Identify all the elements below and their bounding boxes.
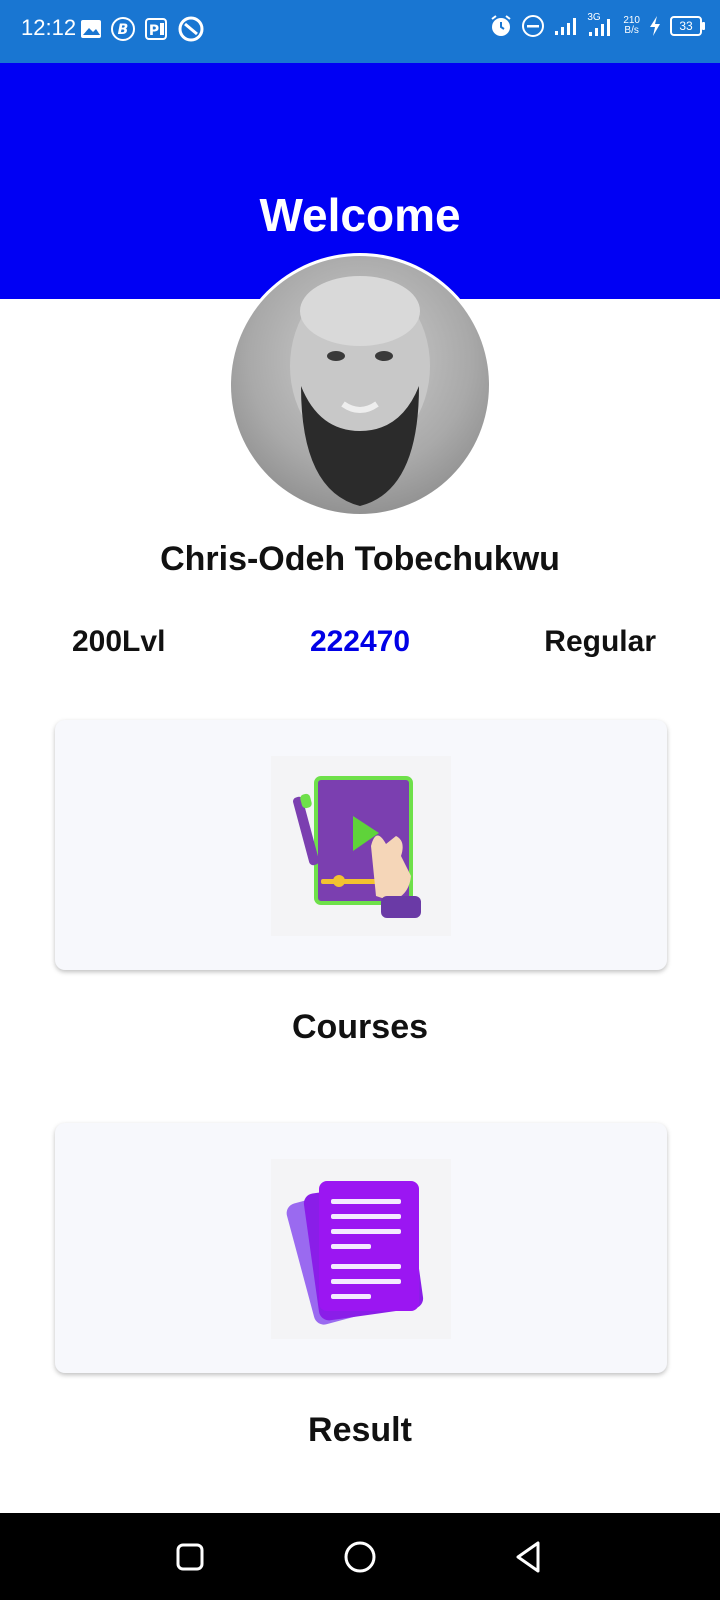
speed-unit: B/s <box>624 25 639 36</box>
status-right-icons: 3G 210 B/s 33 <box>489 12 705 38</box>
result-document-icon <box>286 1181 424 1325</box>
charging-icon <box>650 16 660 36</box>
status-time: 12:12 <box>21 15 77 40</box>
image-icon <box>81 20 101 38</box>
battery-indicator: 33 <box>670 16 705 36</box>
navigation-bar <box>0 1513 720 1600</box>
courses-label[interactable]: Courses <box>0 1008 720 1047</box>
page-title: Welcome <box>259 189 461 241</box>
status-bar: 12:12 B P 3G 210 B/s 33 <box>0 0 720 63</box>
avatar-photo <box>231 256 489 514</box>
status-left-icons: B P <box>80 16 204 42</box>
network-speed: 210 B/s <box>623 16 640 36</box>
avatar <box>228 253 492 517</box>
recent-apps-icon[interactable] <box>170 1537 210 1577</box>
back-icon[interactable] <box>510 1537 550 1577</box>
signal-icon <box>555 18 577 35</box>
do-not-disturb-icon <box>522 15 545 37</box>
courses-book-icon <box>293 776 421 918</box>
svg-text:B: B <box>118 22 129 38</box>
result-image <box>271 1159 451 1339</box>
user-name: Chris-Odeh Tobechukwu <box>160 540 560 578</box>
svg-text:P: P <box>149 23 159 39</box>
vpn-icon <box>178 16 204 42</box>
student-type: Regular <box>544 625 656 658</box>
person-photo-icon <box>290 276 430 506</box>
courses-card[interactable] <box>55 720 667 970</box>
alarm-icon <box>491 15 511 36</box>
courses-image <box>271 756 451 936</box>
b-app-icon: B <box>111 17 135 41</box>
result-card[interactable] <box>55 1123 667 1373</box>
home-icon[interactable] <box>340 1537 380 1577</box>
battery-level: 33 <box>679 19 693 33</box>
result-label[interactable]: Result <box>0 1411 720 1450</box>
network-signal: 3G <box>587 12 615 38</box>
p-app-icon: P <box>145 18 167 40</box>
signal-3g-icon <box>589 19 611 36</box>
